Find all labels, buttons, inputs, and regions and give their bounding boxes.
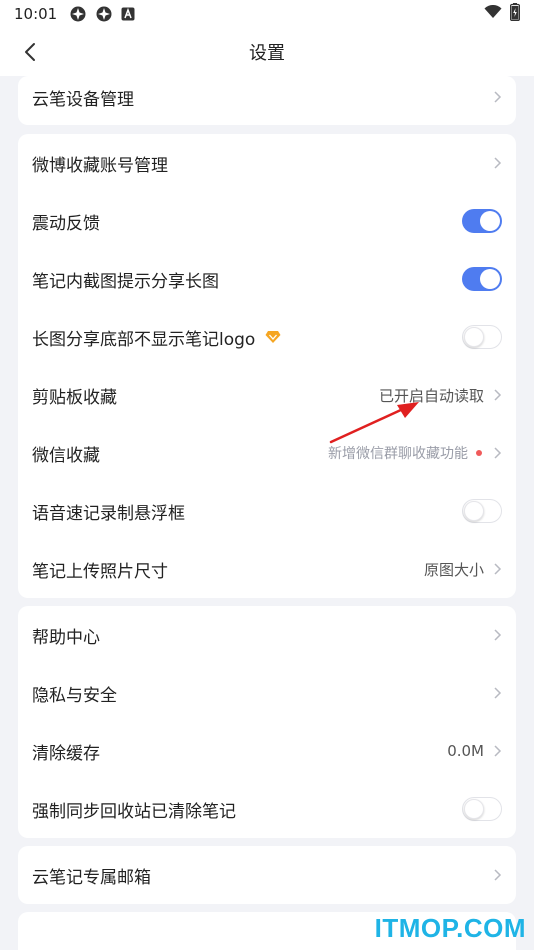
help-center-item[interactable]: 帮助中心 [18,606,516,664]
device-management-item[interactable]: 云笔设备管理 [18,76,516,125]
new-feature-dot [476,450,482,456]
voice-memo-float-toggle[interactable] [462,499,502,523]
page-title: 设置 [249,43,285,64]
clear-cache-item[interactable]: 清除缓存 0.0M [18,722,516,780]
item-label: 强制同步回收站已清除笔记 [32,801,236,822]
hide-logo-item: 长图分享底部不显示笔记logo [18,308,516,366]
item-label: 长图分享底部不显示笔记logo [32,329,256,350]
status-bar: 10:01 [0,0,534,28]
vibration-feedback-toggle[interactable] [462,209,502,233]
back-button[interactable] [18,40,42,64]
item-label: 剪贴板收藏 [32,387,117,408]
wechat-collection-item[interactable]: 微信收藏 新增微信群聊收藏功能 [18,424,516,482]
screenshot-share-tip-item: 笔记内截图提示分享长图 [18,250,516,308]
item-label: 笔记内截图提示分享长图 [32,271,219,292]
settings-card-main: 微博收藏账号管理 震动反馈 笔记内截图提示分享长图 长图分享底部不显示笔记log… [18,134,516,598]
watermark: ITMOP.COM [374,913,526,943]
chevron-left-icon [25,43,35,61]
toggle-knob [480,269,500,289]
item-label: 云笔记专属邮箱 [32,867,151,888]
item-label: 帮助中心 [32,627,100,648]
chevron-right-icon [492,388,502,402]
font-a-notification-icon [121,7,135,21]
item-value: 新增微信群聊收藏功能 [328,446,468,462]
item-label: 语音速记录制悬浮框 [32,503,185,524]
chevron-right-icon [492,744,502,758]
item-label: 微信收藏 [32,445,100,466]
wifi-icon [484,4,502,23]
force-sync-recycle-item: 强制同步回收站已清除笔记 [18,780,516,838]
clipboard-collection-item[interactable]: 剪贴板收藏 已开启自动读取 [18,366,516,424]
item-label: 震动反馈 [32,213,100,234]
item-label: 清除缓存 [32,743,100,764]
toggle-knob [480,211,500,231]
item-value: 0.0M [447,742,484,760]
vibration-feedback-item: 震动反馈 [18,192,516,250]
voice-memo-float-item: 语音速记录制悬浮框 [18,482,516,540]
item-value: 原图大小 [423,560,484,579]
force-sync-recycle-toggle[interactable] [462,797,502,821]
item-label: 隐私与安全 [32,685,117,706]
item-label: 笔记上传照片尺寸 [32,561,168,582]
chevron-right-icon [492,562,502,576]
toggle-knob [464,326,484,347]
toggle-knob [464,798,484,819]
toggle-knob [464,500,484,521]
item-label: 微博收藏账号管理 [32,155,168,176]
app-notification-icon [95,5,113,23]
item-value: 已开启自动读取 [378,386,484,405]
chevron-right-icon [492,156,502,170]
weibo-account-management-item[interactable]: 微博收藏账号管理 [18,134,516,192]
photo-upload-size-item[interactable]: 笔记上传照片尺寸 原图大小 [18,540,516,598]
settings-card-devices: 云笔设备管理 [18,76,516,125]
item-label: 云笔设备管理 [32,89,134,110]
screenshot-share-tip-toggle[interactable] [462,267,502,291]
privacy-security-item[interactable]: 隐私与安全 [18,664,516,722]
settings-card-email: 云笔记专属邮箱 [18,846,516,904]
vip-diamond-icon [265,330,281,344]
hide-logo-toggle[interactable] [462,325,502,349]
status-time: 10:01 [14,5,58,23]
battery-icon [509,3,521,25]
settings-card-support: 帮助中心 隐私与安全 清除缓存 0.0M 强制同步回收站已清除笔记 [18,606,516,838]
title-bar: 设置 [0,28,534,76]
chevron-right-icon [492,90,502,104]
exclusive-email-item[interactable]: 云笔记专属邮箱 [18,846,516,904]
chevron-right-icon [492,628,502,642]
app-notification-icon [69,5,87,23]
chevron-right-icon [492,686,502,700]
chevron-right-icon [492,868,502,882]
chevron-right-icon [492,446,502,460]
